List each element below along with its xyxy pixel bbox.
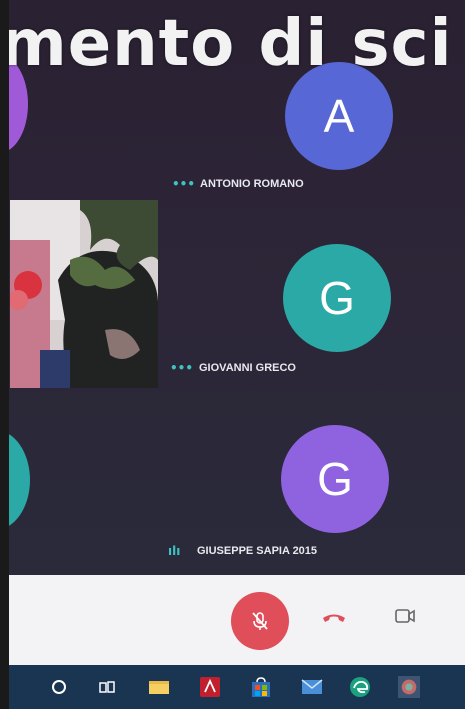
avatar-initial: G	[317, 453, 353, 505]
video-tile[interactable]	[10, 200, 158, 388]
screen: A ••• ANTONIO ROMANO G ••• GIOVANNI GREC…	[0, 0, 465, 709]
phone-hangup-icon	[323, 614, 345, 622]
camera-button[interactable]	[393, 604, 417, 628]
mail-icon[interactable]	[301, 676, 323, 698]
screen-bezel	[0, 0, 9, 709]
file-explorer-icon[interactable]	[148, 676, 170, 698]
task-view-icon[interactable]	[96, 676, 118, 698]
edge-icon[interactable]	[349, 676, 371, 698]
audio-dots-icon: •••	[172, 177, 196, 191]
caption-text: mento di sci	[0, 7, 453, 81]
avatar-initial: A	[323, 90, 355, 142]
speaking-bars-icon: ılı	[168, 544, 181, 558]
mute-button[interactable]	[231, 592, 289, 650]
windows-taskbar	[8, 665, 465, 709]
mic-off-icon	[252, 612, 268, 630]
avatar-initial: G	[319, 272, 355, 324]
participant-name: GIUSEPPE SAPIA 2015	[197, 545, 318, 557]
cortana-icon[interactable]	[48, 676, 70, 698]
store-icon[interactable]	[250, 676, 272, 698]
participant-name: ANTONIO ROMANO	[200, 178, 304, 190]
app-icon[interactable]	[398, 676, 420, 698]
camera-icon	[395, 609, 415, 623]
hangup-button[interactable]	[321, 608, 347, 628]
audio-dots-icon: •••	[170, 361, 194, 375]
adobe-reader-icon[interactable]	[199, 676, 221, 698]
avatar-giuseppe-sapia[interactable]: G	[281, 425, 389, 533]
avatar-giovanni-greco[interactable]: G	[283, 244, 391, 352]
participant-name: GIOVANNI GRECO	[199, 362, 296, 374]
video-feed	[10, 200, 158, 388]
